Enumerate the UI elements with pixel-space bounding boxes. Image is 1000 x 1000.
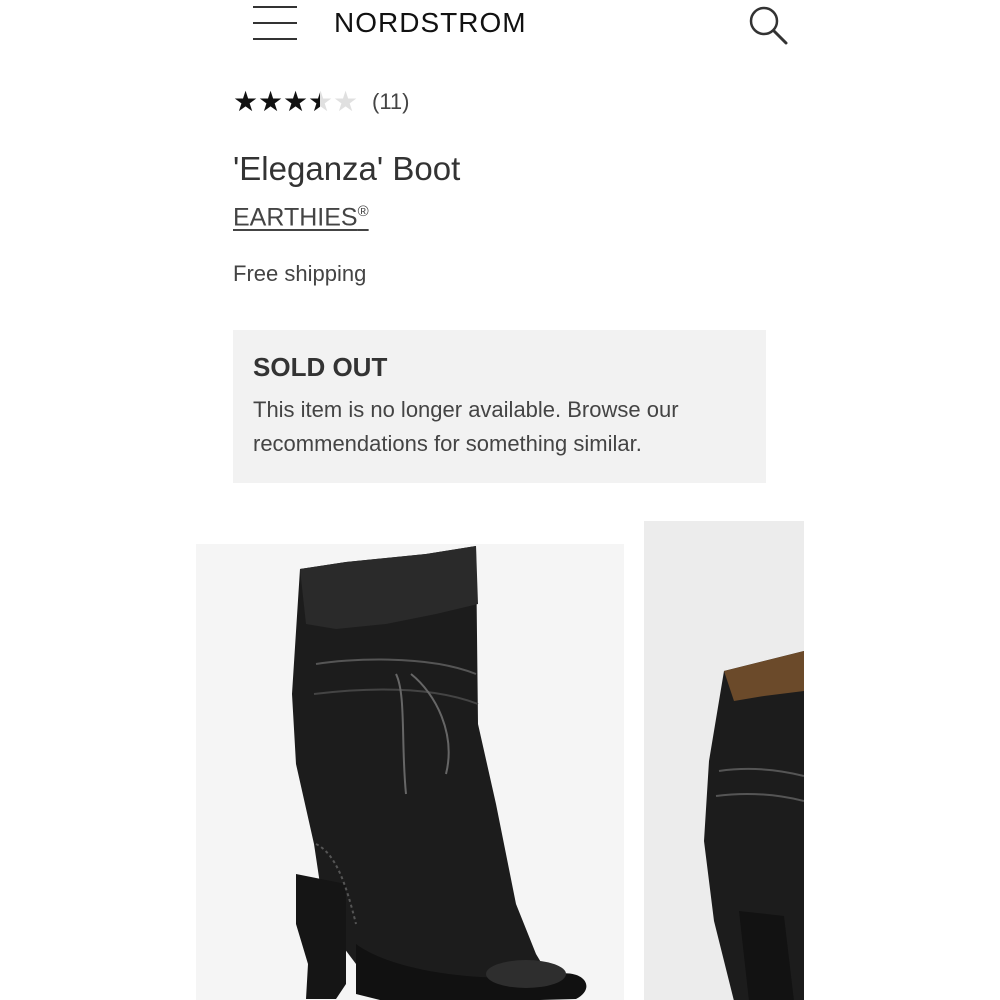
sold-out-title: SOLD OUT (253, 352, 388, 382)
product-image-main[interactable] (196, 544, 624, 1000)
rating-star: ★★ (308, 86, 334, 117)
top-header: NORDSTROM (0, 0, 1000, 52)
product-rating[interactable]: ★★★★★★★★★★ (11) (233, 86, 410, 118)
product-image-gallery[interactable] (0, 515, 1000, 1000)
rating-star: ★★ (333, 86, 359, 117)
rating-star: ★★ (283, 86, 309, 117)
sold-out-message: This item is no longer available. Browse… (253, 397, 679, 456)
search-icon[interactable] (748, 5, 790, 47)
rating-star: ★★ (258, 86, 284, 117)
brand-logo[interactable]: NORDSTROM (334, 7, 527, 39)
review-count[interactable]: (11) (372, 89, 410, 115)
rating-stars: ★★★★★★★★★★ (233, 88, 358, 116)
product-image-secondary[interactable] (644, 521, 804, 1000)
sold-out-notice: SOLD OUT This item is no longer availabl… (233, 330, 766, 483)
brand-link[interactable]: EARTHIES® (233, 203, 369, 232)
product-title: 'Eleganza' Boot (233, 150, 461, 187)
registered-mark: ® (357, 203, 369, 220)
product-page: NORDSTROM ★★★★★★★★★★ (11) 'Eleganza' Boo… (0, 0, 1000, 1000)
hamburger-menu-icon[interactable] (253, 6, 297, 40)
brand-name: EARTHIES (233, 203, 358, 232)
shipping-info: Free shipping (233, 261, 367, 286)
rating-star: ★★ (233, 86, 259, 117)
